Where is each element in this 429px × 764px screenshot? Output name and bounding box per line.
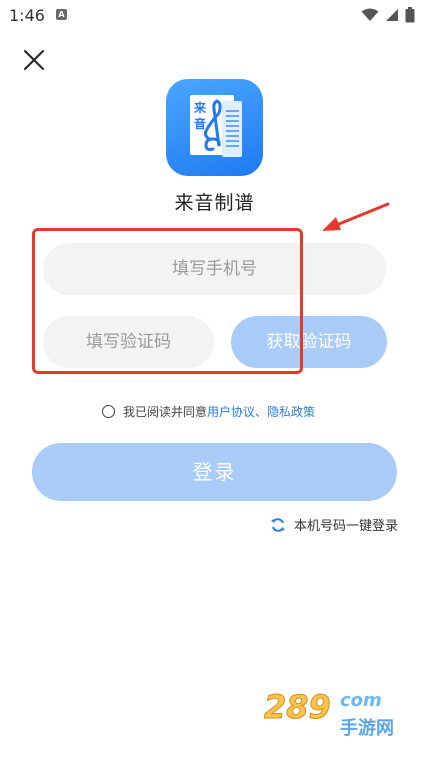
agreement-radio[interactable] xyxy=(102,405,115,418)
svg-text:手游网: 手游网 xyxy=(340,717,394,739)
app-logo: 来 音 xyxy=(166,79,263,176)
verification-code-input[interactable] xyxy=(43,316,214,368)
annotation-arrow-icon xyxy=(322,202,390,231)
status-bar: 1:46 A xyxy=(0,0,429,32)
wifi-icon xyxy=(361,8,379,21)
get-code-button[interactable]: 获取验证码 xyxy=(231,316,387,368)
login-button[interactable]: 登录 xyxy=(32,443,397,501)
privacy-policy-link[interactable]: 隐私政策 xyxy=(267,405,315,419)
agreement-separator: 、 xyxy=(255,405,268,419)
user-agreement-link[interactable]: 用户协议 xyxy=(207,405,255,419)
battery-icon xyxy=(405,7,415,23)
logo-char-2: 音 xyxy=(194,116,206,131)
status-icons xyxy=(361,6,415,24)
watermark-logo: 289 com 手游网 xyxy=(264,688,395,740)
one-key-login-label: 本机号码一键登录 xyxy=(294,519,399,534)
agreement-row: 我已阅读并同意用户协议、隐私政策 xyxy=(102,403,315,420)
logo-char-1: 来 xyxy=(193,100,207,115)
status-time: 1:46 xyxy=(9,6,45,25)
svg-text:com: com xyxy=(340,690,382,711)
svg-text:289: 289 xyxy=(264,688,331,726)
agreement-prefix: 我已阅读并同意 xyxy=(123,405,208,419)
close-button[interactable] xyxy=(22,48,46,72)
phone-input[interactable] xyxy=(43,243,386,295)
refresh-icon xyxy=(271,517,285,532)
close-icon[interactable] xyxy=(22,48,46,72)
notification-app-icon: A xyxy=(56,9,67,20)
signal-icon xyxy=(386,9,398,21)
one-key-login[interactable]: 本机号码一键登录 xyxy=(270,515,398,534)
